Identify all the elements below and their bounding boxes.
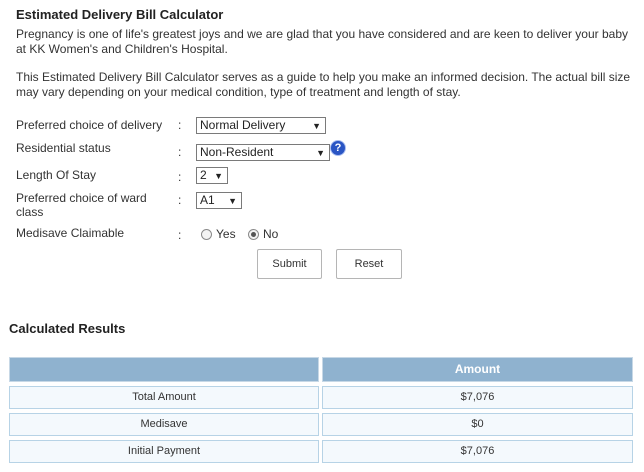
delivery-select[interactable]: Normal Delivery ▼: [196, 117, 326, 134]
chevron-down-icon: ▼: [214, 171, 223, 181]
delivery-select-value: Normal Delivery: [200, 118, 286, 132]
medisave-yes-radio[interactable]: [201, 229, 212, 240]
medisave-yes-label: Yes: [216, 227, 236, 241]
results-title: Calculated Results: [9, 321, 126, 336]
chevron-down-icon: ▼: [228, 196, 237, 206]
medisave-label: Medisave Claimable: [16, 226, 125, 240]
chevron-down-icon: ▼: [316, 148, 325, 158]
reset-button[interactable]: Reset: [336, 249, 402, 279]
delivery-label: Preferred choice of delivery: [16, 118, 163, 132]
ward-class-value: A1: [200, 193, 215, 207]
table-row-label: Total Amount: [9, 386, 319, 409]
page-title: Estimated Delivery Bill Calculator: [16, 7, 224, 22]
colon: :: [178, 118, 182, 132]
length-of-stay-select[interactable]: 2 ▼: [196, 167, 228, 184]
colon: :: [178, 228, 182, 242]
amount-header-text: Amount: [454, 362, 501, 376]
submit-button[interactable]: Submit: [257, 249, 322, 279]
ward-class-select[interactable]: A1 ▼: [196, 192, 242, 209]
colon: :: [178, 193, 182, 207]
colon: :: [178, 145, 182, 159]
ward-class-label: Preferred choice of ward class: [16, 191, 147, 219]
length-of-stay-value: 2: [200, 168, 207, 182]
length-of-stay-label: Length Of Stay: [16, 168, 97, 182]
ward-class-label-line2: class: [16, 205, 44, 219]
table-header-blank: [9, 357, 319, 382]
table-row-amount: $7,076: [322, 440, 633, 463]
medisave-no-label: No: [263, 227, 279, 241]
table-row-amount: $7,076: [322, 386, 633, 409]
intro-text: Pregnancy is one of life's greatest joys…: [16, 27, 628, 56]
disclaimer-text: This Estimated Delivery Bill Calculator …: [16, 70, 631, 99]
residential-label: Residential status: [16, 141, 111, 155]
table-header-amount: Amount: [322, 357, 633, 382]
colon: :: [178, 170, 182, 184]
chevron-down-icon: ▼: [312, 121, 321, 131]
table-row-label: Medisave: [9, 413, 319, 436]
residential-select[interactable]: Non-Resident ▼: [196, 144, 330, 161]
residential-select-value: Non-Resident: [200, 145, 274, 159]
question-mark-icon[interactable]: ?: [331, 141, 345, 155]
ward-class-label-line1: Preferred choice of ward: [16, 191, 147, 205]
table-row-label: Initial Payment: [9, 440, 319, 463]
medisave-no-radio[interactable]: [248, 229, 259, 240]
table-row-amount: $0: [322, 413, 633, 436]
